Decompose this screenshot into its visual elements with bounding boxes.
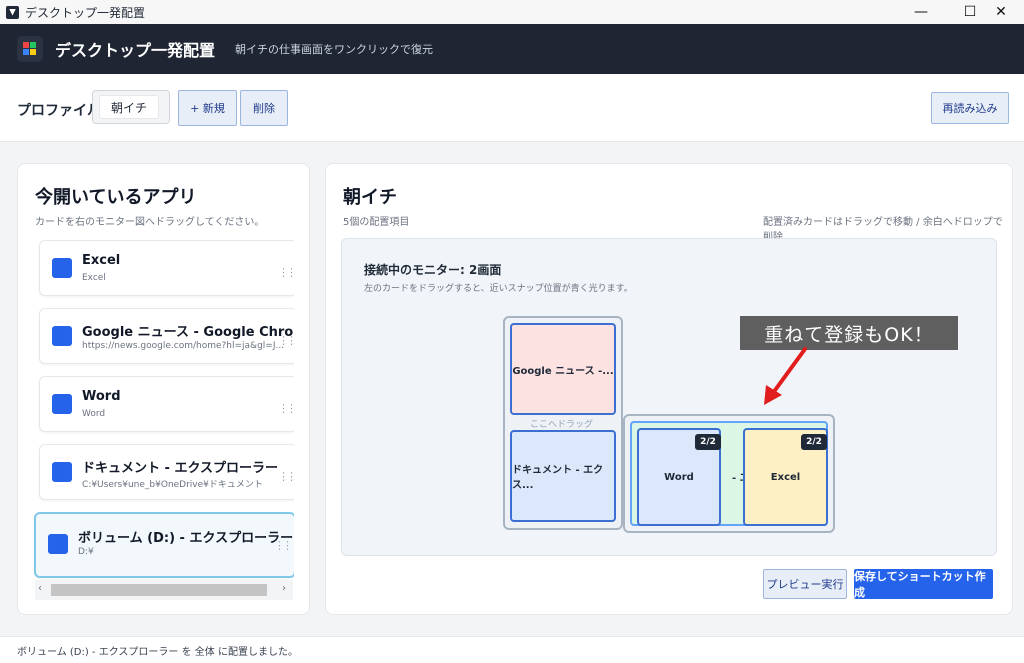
scroll-right-icon[interactable]: ›	[282, 583, 286, 594]
app-card-detail: https://news.google.com/home?hl=ja&gl=J.…	[82, 341, 285, 351]
drop-hint: ここへドラッグ	[530, 420, 594, 430]
app-icon	[52, 326, 72, 346]
preview-button[interactable]: プレビュー実行	[763, 569, 847, 599]
app-card-detail: Word	[82, 409, 106, 419]
status-bar: ボリューム (D:) - エクスプローラー を 全体 に配置しました。	[0, 636, 1024, 663]
app-logo-icon	[17, 36, 43, 62]
arrow-icon	[764, 347, 807, 405]
minimize-button[interactable]: —	[898, 0, 944, 24]
monitors-hint: 左のカードをドラッグすると、近いスナップ位置が青く光ります。	[364, 284, 633, 294]
delete-profile-button[interactable]: 削除	[240, 90, 288, 126]
stack-badge: 2/2	[801, 434, 827, 450]
drag-handle-icon[interactable]	[274, 534, 284, 550]
app-card-volume-d[interactable]: ボリューム (D:) - エクスプローラー D:¥	[34, 512, 294, 578]
window-title: デスクトップ一発配置	[25, 5, 146, 20]
window-label: Word	[664, 471, 694, 483]
app-card-word[interactable]: Word Word	[39, 376, 294, 432]
save-shortcut-button[interactable]: 保存してショートカット作成	[854, 569, 993, 599]
app-icon	[52, 462, 72, 482]
drag-handle-icon[interactable]	[278, 397, 288, 413]
drag-handle-icon[interactable]	[278, 465, 288, 481]
placed-window-chrome[interactable]: Google ニュース -...	[510, 323, 616, 415]
app-icon	[48, 534, 68, 554]
app-card-detail: Excel	[82, 273, 106, 283]
profile-selector[interactable]: 朝イチ	[92, 90, 170, 124]
drag-handle-icon[interactable]	[278, 329, 288, 345]
layout-count: 5個の配置項目	[343, 217, 410, 228]
app-card-title: ドキュメント - エクスプローラー	[82, 461, 279, 476]
app-card-documents[interactable]: ドキュメント - エクスプローラー C:¥Users¥une_b¥OneDriv…	[39, 444, 294, 500]
reload-button[interactable]: 再読み込み	[931, 92, 1009, 124]
profile-label: プロファイル	[17, 103, 101, 119]
profile-selected[interactable]: 朝イチ	[99, 95, 159, 119]
app-card-title: Excel	[82, 253, 121, 268]
app-card-title: Word	[82, 389, 121, 404]
scroll-left-icon[interactable]: ‹	[38, 583, 42, 594]
placed-window-word[interactable]: Word 2/2	[637, 428, 721, 526]
horizontal-scrollbar[interactable]: ‹ ›	[35, 580, 293, 600]
stack-badge: 2/2	[695, 434, 721, 450]
app-icon	[52, 394, 72, 414]
app-card-detail: D:¥	[78, 547, 94, 557]
status-text: ボリューム (D:) - エクスプローラー を 全体 に配置しました。	[17, 646, 298, 658]
close-button[interactable]: ✕	[978, 0, 1024, 24]
monitors-title: 接続中のモニター: 2画面	[364, 263, 502, 277]
drag-handle-icon[interactable]	[278, 261, 288, 277]
app-name: デスクトップ一発配置	[55, 41, 216, 60]
title-bar: デスクトップ一発配置	[0, 0, 1024, 24]
new-profile-button[interactable]: + 新規	[178, 90, 237, 126]
placed-window-documents[interactable]: ドキュメント - エクス...	[510, 430, 616, 522]
open-apps-list[interactable]: Excel Excel Google ニュース - Google Chrome …	[18, 240, 294, 600]
app-card-detail: C:¥Users¥une_b¥OneDrive¥ドキュメント	[82, 480, 263, 490]
app-icon	[6, 5, 19, 19]
window-label: Excel	[770, 471, 801, 483]
app-header: デスクトップ一発配置 朝イチの仕事画面をワンクリックで復元	[0, 24, 1024, 74]
app-tagline: 朝イチの仕事画面をワンクリックで復元	[235, 43, 434, 56]
app-card-excel[interactable]: Excel Excel	[39, 240, 294, 296]
app-icon	[52, 258, 72, 278]
app-card-title: Google ニュース - Google Chrome	[82, 325, 294, 340]
layout-title: 朝イチ	[343, 187, 397, 208]
open-apps-hint: カードを右のモニター図へドラッグしてください。	[35, 217, 265, 228]
profile-bar: プロファイル 朝イチ + 新規 削除 再読み込み	[0, 74, 1024, 142]
placed-window-excel[interactable]: Excel 2/2	[743, 428, 828, 526]
scroll-thumb[interactable]	[51, 584, 267, 596]
open-apps-title: 今開いているアプリ	[35, 187, 197, 208]
app-card-chrome[interactable]: Google ニュース - Google Chrome https://news…	[39, 308, 294, 364]
app-card-title: ボリューム (D:) - エクスプローラー	[78, 531, 294, 546]
